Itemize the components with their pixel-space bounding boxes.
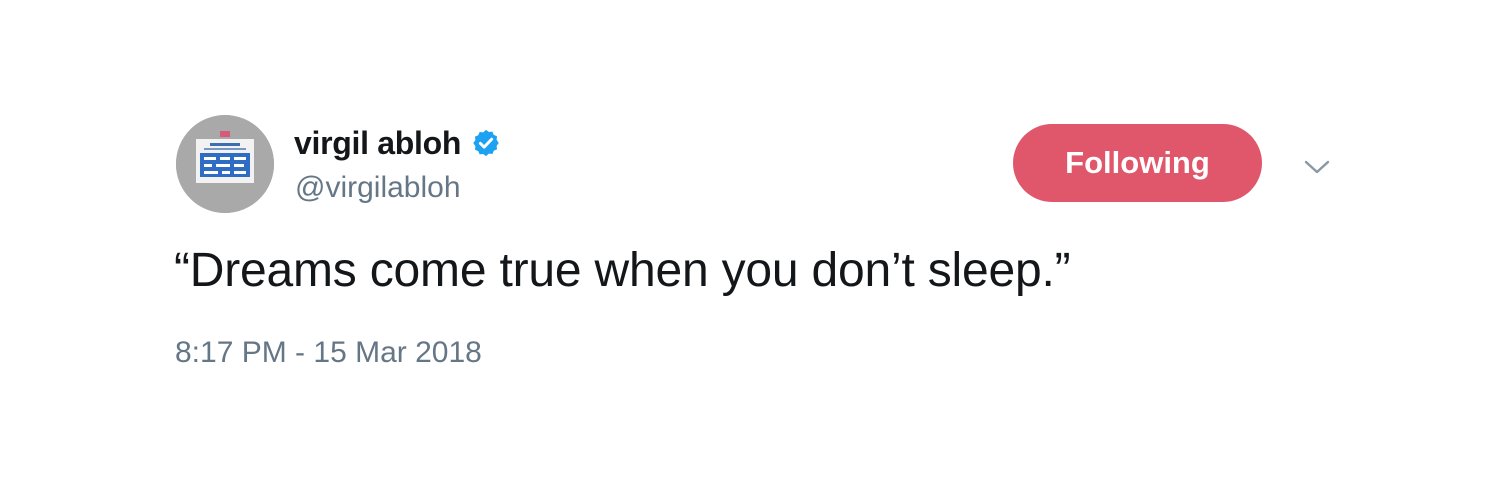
display-name[interactable]: virgil abloh [294, 125, 461, 162]
following-button[interactable]: Following [1013, 124, 1262, 202]
avatar[interactable] [176, 115, 274, 213]
verified-badge-icon [471, 128, 501, 158]
tweet-timestamp[interactable]: 8:17 PM - 15 Mar 2018 [175, 336, 482, 370]
chevron-down-icon[interactable] [1302, 156, 1332, 178]
tweet-card: virgil abloh @virgilabloh Following “Dre… [0, 0, 1500, 500]
user-name-row: virgil abloh [294, 120, 501, 166]
tweet-text: “Dreams come true when you don’t sleep.” [174, 244, 1071, 297]
avatar-image [176, 115, 274, 213]
user-handle[interactable]: @virgilabloh [295, 171, 461, 205]
